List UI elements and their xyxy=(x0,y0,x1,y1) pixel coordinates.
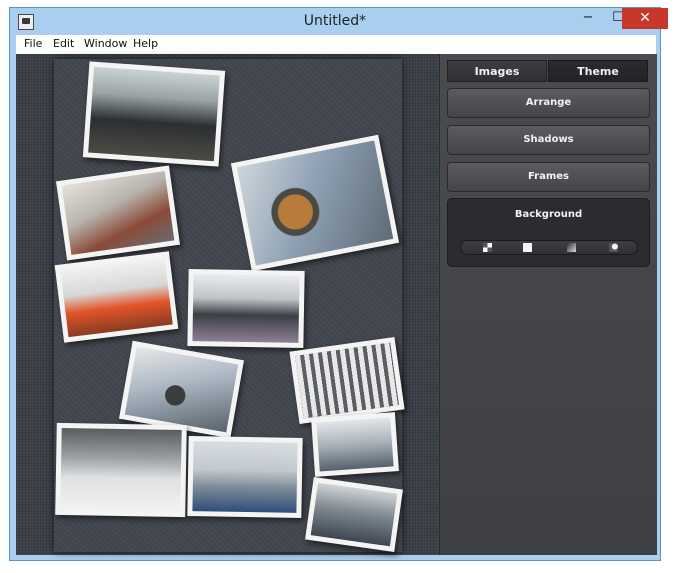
solid-color-icon[interactable] xyxy=(523,243,532,252)
arrange-button[interactable]: Arrange xyxy=(447,88,650,118)
photo-glass-partition-room[interactable] xyxy=(187,436,303,518)
collage-canvas[interactable] xyxy=(16,54,439,555)
photo-image xyxy=(310,482,398,547)
menu-bar: File Edit Window Help xyxy=(16,35,656,54)
photo-conference-room[interactable] xyxy=(82,61,226,167)
close-button[interactable]: ✕ xyxy=(622,8,668,29)
photo-small-meeting-room[interactable] xyxy=(311,412,399,477)
shadows-button[interactable]: Shadows xyxy=(447,125,650,155)
photo-image xyxy=(192,274,300,343)
photo-image xyxy=(61,171,175,255)
photo-image xyxy=(316,417,394,472)
checker-pattern-icon[interactable] xyxy=(483,243,492,252)
tab-images[interactable]: Images xyxy=(447,60,547,82)
photo-image xyxy=(124,346,239,433)
menu-edit[interactable]: Edit xyxy=(53,37,74,50)
menu-help[interactable]: Help xyxy=(133,37,158,50)
background-options xyxy=(460,240,638,255)
photo-office-chairs-room[interactable] xyxy=(187,268,305,349)
photo-orange-chairs-room[interactable] xyxy=(54,251,179,343)
photo-training-room[interactable] xyxy=(55,422,187,518)
gradient-icon[interactable] xyxy=(567,243,576,252)
minimize-button[interactable]: − xyxy=(573,8,603,29)
menu-file[interactable]: File xyxy=(24,37,42,50)
photo-lounge-tables[interactable] xyxy=(305,477,403,552)
background-section: Background xyxy=(447,198,650,267)
app-window: Untitled* − ☐ ✕ File Edit Window Help Im… xyxy=(9,7,668,561)
photo-image xyxy=(88,66,220,162)
menu-window[interactable]: Window xyxy=(84,37,127,50)
photo-boardroom-long-table[interactable] xyxy=(55,165,181,261)
photo-image xyxy=(295,342,399,419)
background-label: Background xyxy=(514,209,583,220)
side-panel: Images Theme Arrange Shadows Frames Back… xyxy=(439,54,657,555)
tab-theme[interactable]: Theme xyxy=(548,60,648,82)
main-area: Images Theme Arrange Shadows Frames Back… xyxy=(16,54,657,555)
photo-image xyxy=(60,256,173,338)
photo-image xyxy=(60,427,182,513)
window-title: Untitled* xyxy=(303,13,367,29)
photo-classroom-white-chairs[interactable] xyxy=(289,336,405,425)
title-bar[interactable]: Untitled* − ☐ ✕ xyxy=(10,8,668,36)
photo-image xyxy=(192,441,298,513)
collage-page[interactable] xyxy=(54,59,405,552)
photo-presentation-screen[interactable] xyxy=(230,134,400,272)
image-icon[interactable] xyxy=(609,243,618,252)
frames-button[interactable]: Frames xyxy=(447,162,650,192)
photo-image xyxy=(236,140,394,266)
panel-tabs: Images Theme xyxy=(447,60,652,82)
